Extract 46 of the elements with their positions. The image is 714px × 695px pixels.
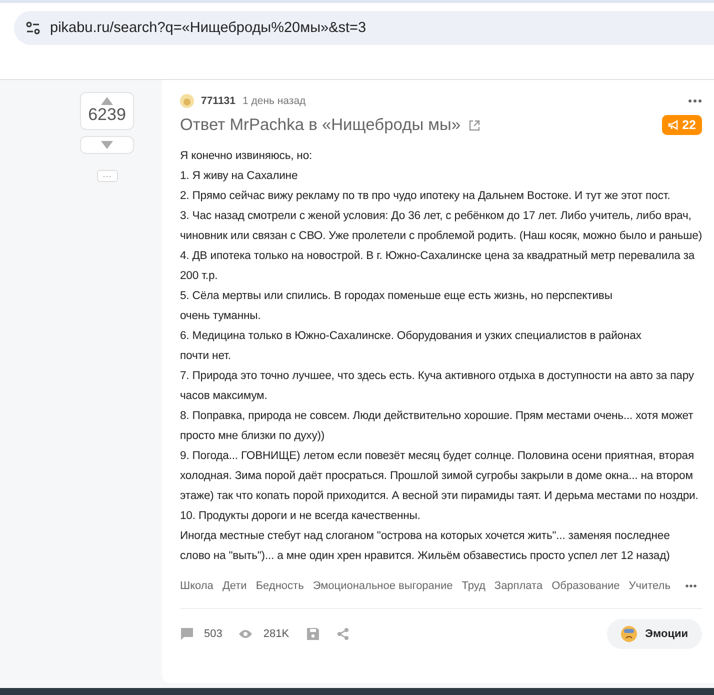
comment-icon[interactable] — [180, 627, 194, 641]
post-text-line: почти нет. — [180, 349, 232, 364]
save-icon[interactable] — [307, 628, 320, 640]
more-button[interactable]: ··· — [96, 170, 118, 182]
tag-link[interactable]: Зарплата — [494, 580, 543, 592]
url-text: pikabu.ru/search?q=«Нищеброды%20мы»&st=3 — [50, 20, 366, 36]
tag-link[interactable]: Дети — [222, 580, 247, 592]
post-title[interactable]: Ответ MrPachka в «Нищеброды мы» — [180, 116, 461, 134]
more-icon[interactable] — [685, 584, 698, 588]
tag-link[interactable]: Образование — [552, 580, 620, 592]
emoji-icon — [621, 626, 638, 642]
post-text-line: Иногда местные стебут над слоганом "острова на которых хочется жить"... заменяя последнее слово на "выть")... а мне один хрен нравится. Жильём обзавестись просто успел лет 12 назад) — [180, 529, 671, 564]
address-bar[interactable]: pikabu.ru/search?q=«Нищеброды%20мы»&st=3 — [14, 11, 714, 45]
emotions-button[interactable]: Эмоции — [607, 619, 702, 649]
view-count: 281K — [263, 628, 290, 640]
eye-icon — [238, 629, 254, 639]
post-text-line: Я конечно извиняюсь, но: — [180, 149, 314, 164]
post-text-line: очень туманны. — [180, 309, 262, 324]
post-text-line: 9. Погода... ГОВНИЩЕ) летом если повезёт месяц будет солнце. Половина осени приятная, вторая холодная. Зима порой даёт просраться. Прошлой зимой сугробы закрыли в доме окна... на втором этаже) так что копать порой приходится. А весной эти пирамиды таят. И дерьма местами по ноздри. — [180, 449, 700, 504]
post-time: 1 день назад — [242, 95, 306, 107]
post-text-line: 10. Продукты дороги и не всегда качественны. — [180, 509, 422, 524]
post-text-line: 2. Прямо сейчас вижу рекламу по тв про чудо ипотеку на Дальнем Востоке. И тут же этот пост. — [180, 189, 672, 204]
rating-badge: 22 — [662, 115, 702, 135]
post-text-line: 8. Поправка, природа не совсем. Люди действительно хорошие. Прям местами очень... хотя может просто мне близки по духу)) — [180, 409, 694, 444]
downvote-button[interactable] — [80, 136, 134, 154]
post-text-line: 1. Я живу на Сахалине — [180, 169, 299, 184]
share-icon[interactable] — [337, 628, 350, 640]
external-link-icon[interactable] — [468, 120, 480, 130]
tag-link[interactable]: Труд — [462, 580, 486, 592]
post-text-line: 7. Природа это точно лучшее, что здесь есть. Куча активного отдыха в доступности на авто за пару часов максимум. — [180, 369, 695, 404]
more-icon[interactable] — [688, 99, 702, 103]
post-text-line: 4. ДВ ипотека только на новострой. В г. Южно-Сахалинске цена за квадратный метр перевалила за 200 т.р. — [180, 249, 696, 284]
tag-link[interactable]: Школа — [180, 580, 214, 592]
post-text-line: 6. Медицина только в Южно-Сахалинске. Оборудования и узких специалистов в районах — [180, 329, 642, 344]
vote-score: 6239 — [88, 105, 126, 125]
upvote-icon[interactable] — [101, 97, 113, 105]
comment-count: 503 — [204, 628, 222, 640]
post-text-line: 3. Час назад смотрели с женой условия: До 36 лет, с ребёнком до 17 лет. Либо учитель, либо врач, чиновник или связан с СВО. Уже пролетели с проблемой родить. (Наш косяк, можно было и раньше) — [180, 209, 702, 244]
tag-link[interactable]: Бедность — [256, 580, 304, 592]
avatar-icon — [180, 94, 194, 108]
downvote-icon — [101, 141, 113, 149]
tag-link[interactable]: Учитель — [628, 580, 670, 592]
settings-icon[interactable] — [26, 21, 40, 35]
post-text-line: 5. Сёла мертвы или спились. В городах поменьше еще есть жизнь, но перспективы — [180, 289, 614, 304]
tag-link[interactable]: Эмоциональное выгорание — [312, 580, 453, 592]
author-name[interactable]: 771131 — [201, 95, 236, 107]
